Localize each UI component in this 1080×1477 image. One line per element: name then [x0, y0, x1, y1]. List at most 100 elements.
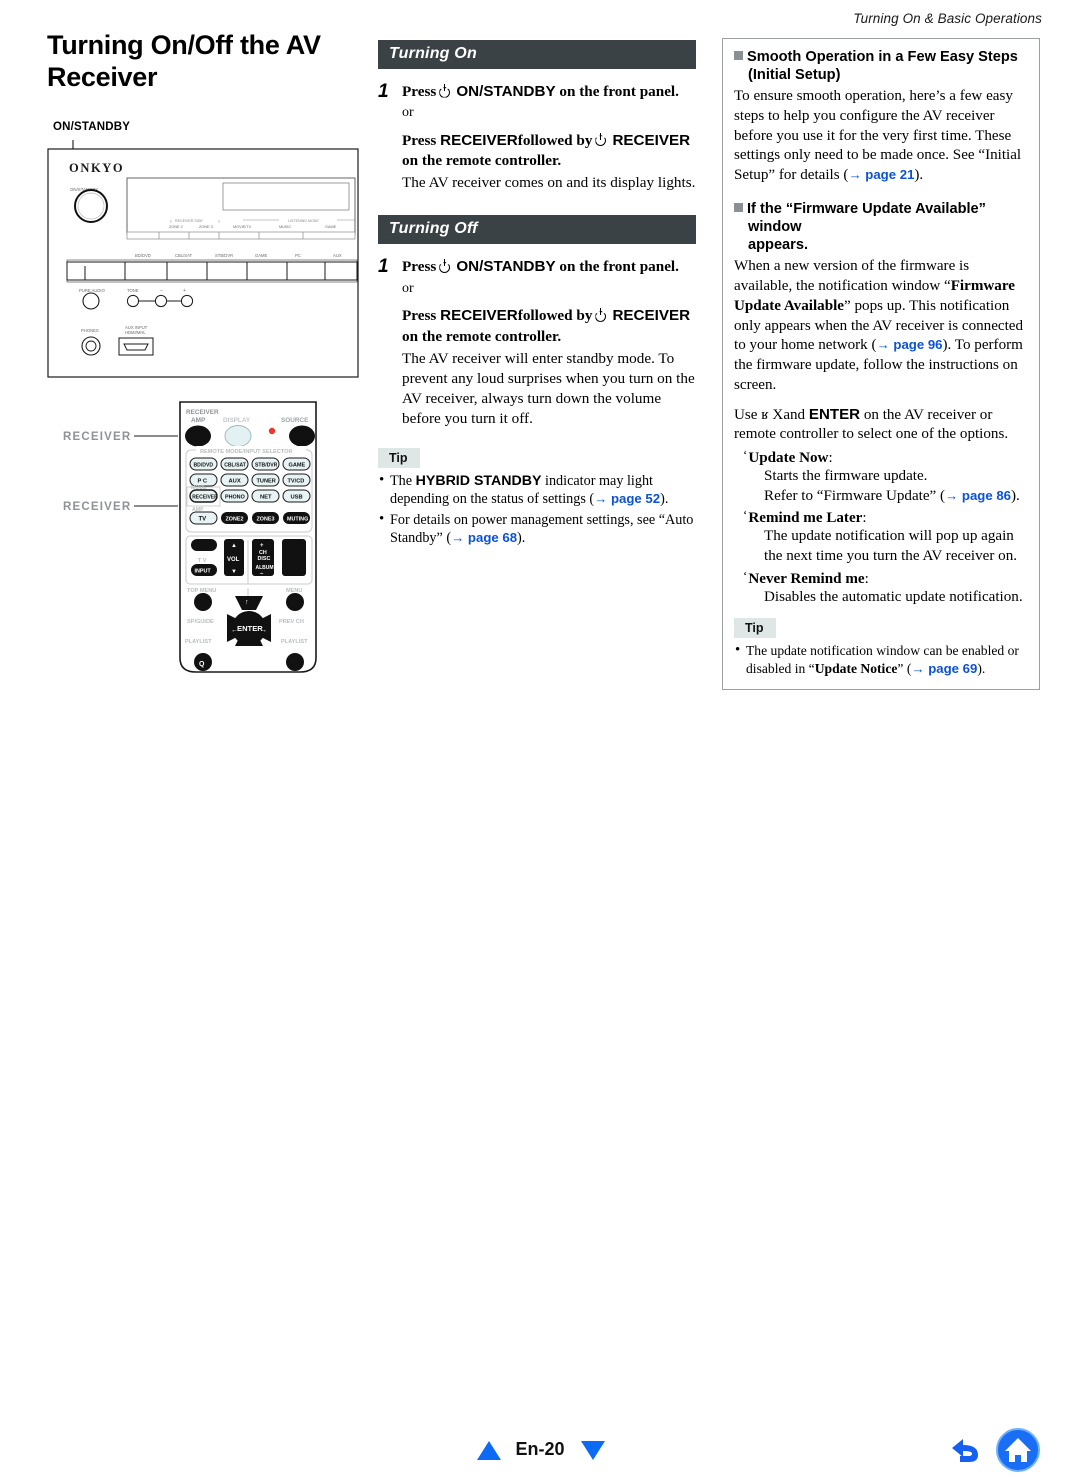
or-label-off: or	[402, 280, 414, 296]
triangle-down-icon[interactable]	[581, 1441, 605, 1460]
tip-box-right: Tip The update notification window can b…	[734, 618, 1028, 677]
left-column: Turning On/Off the AV Receiver ON/STANDB…	[47, 30, 359, 133]
step-line-2: Press RECEIVERfollowed by RECEIVER on the…	[402, 131, 696, 171]
svg-text:SP/GUIDE: SP/GUIDE	[187, 619, 214, 625]
tip-item-mid: ” (	[897, 660, 912, 676]
tip-item-post: ).	[977, 660, 986, 676]
receiver-front-panel-figure: ONKYO ON/STANDBY RECEIVER SIDE ZONE 2 ZO…	[47, 140, 359, 382]
middle-column: Turning On 1 Press ON/STANDBY on the fron…	[378, 40, 696, 547]
home-icon[interactable]	[996, 1428, 1040, 1472]
callout-onstandby-label: ON/STANDBY	[53, 120, 131, 133]
svg-text:+: +	[183, 288, 186, 294]
page-reference-link[interactable]: → page 86	[945, 488, 1011, 503]
svg-text:TV/CD: TV/CD	[288, 479, 305, 485]
section-header-turning-on: Turning On	[378, 40, 696, 69]
svg-text:SOURCE: SOURCE	[281, 417, 309, 424]
svg-text:RECEIVER: RECEIVER	[63, 431, 131, 443]
svg-text:LISTENING MODE: LISTENING MODE	[288, 219, 319, 223]
back-arrow-icon[interactable]	[950, 1433, 984, 1467]
right-heading-line-2: (Initial Setup)	[748, 67, 841, 84]
svg-text:DISC: DISC	[258, 556, 271, 562]
option-term-suffix: :	[828, 450, 833, 467]
step-description-off: The AV receiver will enter standby mode.…	[402, 349, 695, 428]
page-reference-link[interactable]: → page 69	[911, 661, 977, 676]
svg-text:RECEIVER: RECEIVER	[192, 495, 218, 501]
svg-text:STB/DVR: STB/DVR	[215, 253, 233, 258]
svg-text:CBL/SAT: CBL/SAT	[224, 462, 247, 468]
step-press-label-off: Press	[402, 258, 437, 276]
tip-label: Tip	[734, 618, 776, 639]
step-turning-on: 1 Press ON/STANDBY on the front panel. or…	[378, 81, 696, 193]
svg-text:PREV CH: PREV CH	[279, 619, 304, 625]
svg-text:REMOTE MODE/INPUT SELECTOR: REMOTE MODE/INPUT SELECTOR	[200, 449, 293, 455]
remote-controller-figure: RECEIVER RECEIVER RECEIVER AMP DISPLAY S…	[60, 400, 340, 675]
svg-text:ZONE 3: ZONE 3	[199, 225, 213, 229]
enter-keyword: ENTER	[808, 405, 861, 423]
svg-text:BD/DVD: BD/DVD	[194, 462, 214, 468]
right-paragraph-3: Use ʁ Xand ENTER on the AV receiver or r…	[734, 405, 1028, 446]
right-column-box: Smooth Operation in a Few Easy Steps (In…	[722, 38, 1040, 690]
right-heading-line-1: Smooth Operation in a Few Easy Steps	[747, 49, 1018, 65]
svg-text:+: +	[260, 543, 264, 549]
svg-text:AUX: AUX	[229, 479, 241, 485]
svg-text:STB/DVR: STB/DVR	[255, 462, 278, 468]
step-number-2: 1	[378, 256, 389, 278]
followed-by-label-off: followed by	[517, 307, 593, 325]
page-reference-link[interactable]: → page 21	[848, 167, 914, 182]
page-reference-link[interactable]: → page 96	[877, 337, 943, 352]
right-heading-firmware-update: If the “Firmware Update Available” windo…	[734, 200, 1028, 254]
tip-list: The HYBRID STANDBY indicator may light d…	[378, 471, 696, 548]
step-line-2-off: Press RECEIVERfollowed by RECEIVER on the…	[402, 306, 696, 346]
square-bullet-icon	[734, 51, 743, 60]
svg-text:–: –	[160, 288, 163, 294]
svg-text:P C: P C	[198, 479, 208, 485]
running-header: Turning On & Basic Operations	[853, 11, 1042, 26]
svg-text:USB: USB	[291, 495, 303, 501]
onstandby-keyword: ON/STANDBY	[456, 83, 556, 100]
option-def-2-b: ).	[1011, 487, 1020, 504]
svg-text:HDMI/MHL: HDMI/MHL	[125, 330, 146, 335]
step-number: 1	[378, 81, 389, 102]
step-line-1-tail: on the front panel.	[559, 83, 679, 100]
svg-text:▲: ▲	[231, 543, 237, 549]
page-reference-link[interactable]: → page 52	[594, 491, 660, 506]
svg-text:↓: ↓	[245, 651, 249, 658]
right-heading-smooth-operation: Smooth Operation in a Few Easy Steps (In…	[734, 48, 1028, 84]
right-paragraph-2: When a new version of the firmware is av…	[734, 257, 1028, 395]
triangle-up-icon[interactable]	[477, 1441, 501, 1460]
tip-item-post: ).	[660, 491, 669, 508]
power-symbol-icon-2	[594, 132, 607, 146]
page-title: Turning On/Off the AV Receiver	[47, 30, 321, 92]
receiver-keyword-off-b: RECEIVER	[612, 307, 691, 325]
svg-text:→: →	[260, 627, 267, 634]
svg-text:RECEIVER SIDE: RECEIVER SIDE	[175, 219, 203, 223]
svg-text:PLAYLIST: PLAYLIST	[281, 639, 308, 645]
svg-text:ZONE 2: ZONE 2	[169, 225, 183, 229]
svg-text:ZONE3: ZONE3	[257, 516, 275, 522]
step-description: The AV receiver comes on and its display…	[402, 174, 696, 192]
page-reference-link[interactable]: → page 68	[451, 530, 517, 545]
step-press-label: Press	[402, 83, 437, 100]
option-term-suffix: :	[862, 510, 867, 527]
svg-text:GAME: GAME	[255, 253, 268, 258]
step-line-2-tail: on the remote controller.	[402, 152, 562, 170]
tip-item: For details on power management settings…	[378, 510, 696, 548]
svg-text:CBL/SAT: CBL/SAT	[175, 253, 193, 258]
step-line-1-off: Press ON/STANDBY on the front panel.	[402, 257, 696, 277]
step-press-label-2: Press	[402, 131, 437, 149]
tip-item-pre-2: For details on power management settings…	[390, 511, 694, 546]
or-label: or	[402, 105, 414, 121]
square-bullet-icon	[734, 203, 743, 213]
tip-label: Tip	[378, 447, 420, 468]
option-term-text: Never Remind me	[748, 570, 865, 587]
power-symbol-icon-4	[594, 308, 607, 321]
followed-by-label: followed by	[517, 131, 593, 149]
svg-text:AUX: AUX	[333, 253, 342, 258]
option-term: Update Now:	[734, 447, 1028, 467]
svg-text:TUNER: TUNER	[257, 479, 276, 485]
svg-text:DISPLAY: DISPLAY	[223, 417, 251, 424]
svg-text:GAME: GAME	[325, 225, 337, 229]
svg-text:PC: PC	[295, 253, 301, 258]
option-item: Update Now: Starts the firmware update. …	[734, 447, 1028, 506]
option-term: Remind me Later:	[734, 507, 1028, 527]
